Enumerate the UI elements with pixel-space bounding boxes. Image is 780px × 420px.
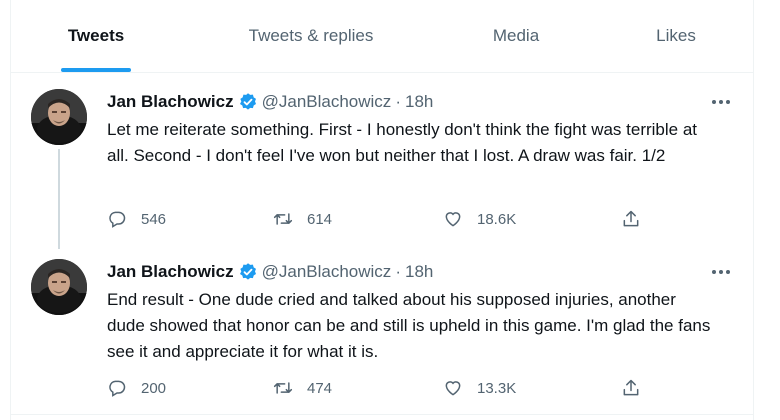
more-options-icon[interactable] <box>709 263 733 281</box>
display-name[interactable]: Jan Blachowicz <box>107 92 234 112</box>
tab-tweets-replies[interactable]: Tweets & replies <box>216 0 406 72</box>
tab-likes-label: Likes <box>656 26 696 45</box>
timeline-column: Tweets Tweets & replies Media Likes Jan … <box>10 0 754 420</box>
tab-tweets-label: Tweets <box>67 26 125 45</box>
tab-media[interactable]: Media <box>466 0 566 72</box>
tweet-2[interactable]: Jan Blachowicz @JanBlachowicz · 18h End … <box>11 243 753 415</box>
tab-tweets-replies-label: Tweets & replies <box>248 26 374 45</box>
avatar[interactable] <box>31 89 87 145</box>
retweet-button[interactable]: 474 <box>273 373 332 403</box>
more-options-icon[interactable] <box>709 93 733 111</box>
avatar[interactable] <box>31 259 87 315</box>
like-count: 13.3K <box>477 379 517 397</box>
like-count: 18.6K <box>477 210 517 228</box>
reply-icon <box>109 211 126 228</box>
reply-button[interactable]: 546 <box>107 204 166 234</box>
share-button[interactable] <box>621 204 655 234</box>
retweet-count: 474 <box>307 379 333 397</box>
avatar-image <box>31 259 87 315</box>
verified-badge-icon <box>239 93 256 110</box>
tweet-text: End result - One dude cried and talked a… <box>107 290 711 361</box>
heart-icon <box>445 381 461 396</box>
tweet-divider <box>11 414 753 415</box>
tweet-header: Jan Blachowicz @JanBlachowicz · 18h <box>107 260 733 284</box>
avatar-image <box>31 89 87 145</box>
separator-dot: · <box>395 92 401 111</box>
tweet-header: Jan Blachowicz @JanBlachowicz · 18h <box>107 90 733 114</box>
thread-line <box>58 149 60 249</box>
handle[interactable]: @JanBlachowicz <box>262 92 392 112</box>
tab-likes[interactable]: Likes <box>631 0 721 72</box>
tweet-1[interactable]: Jan Blachowicz @JanBlachowicz · 18h Let … <box>11 73 753 249</box>
share-icon <box>623 379 639 396</box>
tweet-actions: 546 614 18.6K <box>107 204 667 234</box>
reply-count: 200 <box>141 379 167 397</box>
share-button[interactable] <box>621 373 655 403</box>
timestamp[interactable]: 18h <box>405 262 433 282</box>
retweet-icon <box>273 382 293 394</box>
timestamp[interactable]: 18h <box>405 92 433 112</box>
display-name[interactable]: Jan Blachowicz <box>107 262 234 282</box>
tab-media-label: Media <box>492 26 540 45</box>
retweet-button[interactable]: 614 <box>273 204 332 234</box>
reply-icon <box>109 380 126 397</box>
share-icon <box>623 210 639 227</box>
profile-tabs: Tweets Tweets & replies Media Likes <box>11 0 753 72</box>
retweet-count: 614 <box>307 210 333 228</box>
like-button[interactable]: 18.6K <box>443 204 516 234</box>
tweet-text: Let me reiterate something. First - I ho… <box>107 120 698 165</box>
reply-count: 546 <box>141 210 167 228</box>
heart-icon <box>445 212 461 227</box>
reply-button[interactable]: 200 <box>107 373 166 403</box>
retweet-icon <box>273 213 293 225</box>
like-button[interactable]: 13.3K <box>443 373 516 403</box>
verified-badge-icon <box>239 263 256 280</box>
tweet-actions: 200 474 13.3K <box>107 373 667 403</box>
tab-tweets[interactable]: Tweets <box>21 0 171 72</box>
profile-timeline: Tweets Tweets & replies Media Likes Jan … <box>0 0 780 420</box>
handle[interactable]: @JanBlachowicz <box>262 262 392 282</box>
separator-dot: · <box>395 262 401 281</box>
